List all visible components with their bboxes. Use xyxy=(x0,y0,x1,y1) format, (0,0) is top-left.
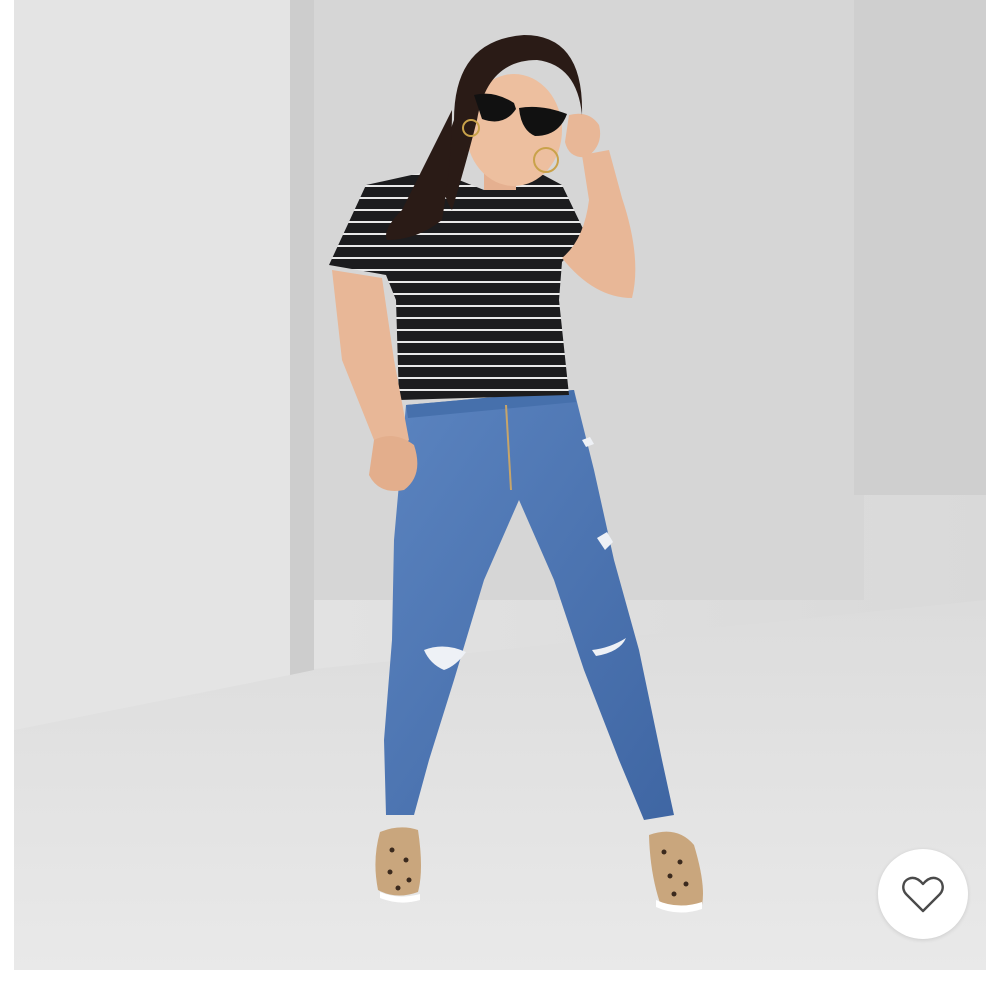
favorite-button[interactable] xyxy=(878,849,968,939)
heart-outline-icon xyxy=(902,876,944,913)
product-image xyxy=(14,0,986,970)
product-photo xyxy=(14,0,986,970)
